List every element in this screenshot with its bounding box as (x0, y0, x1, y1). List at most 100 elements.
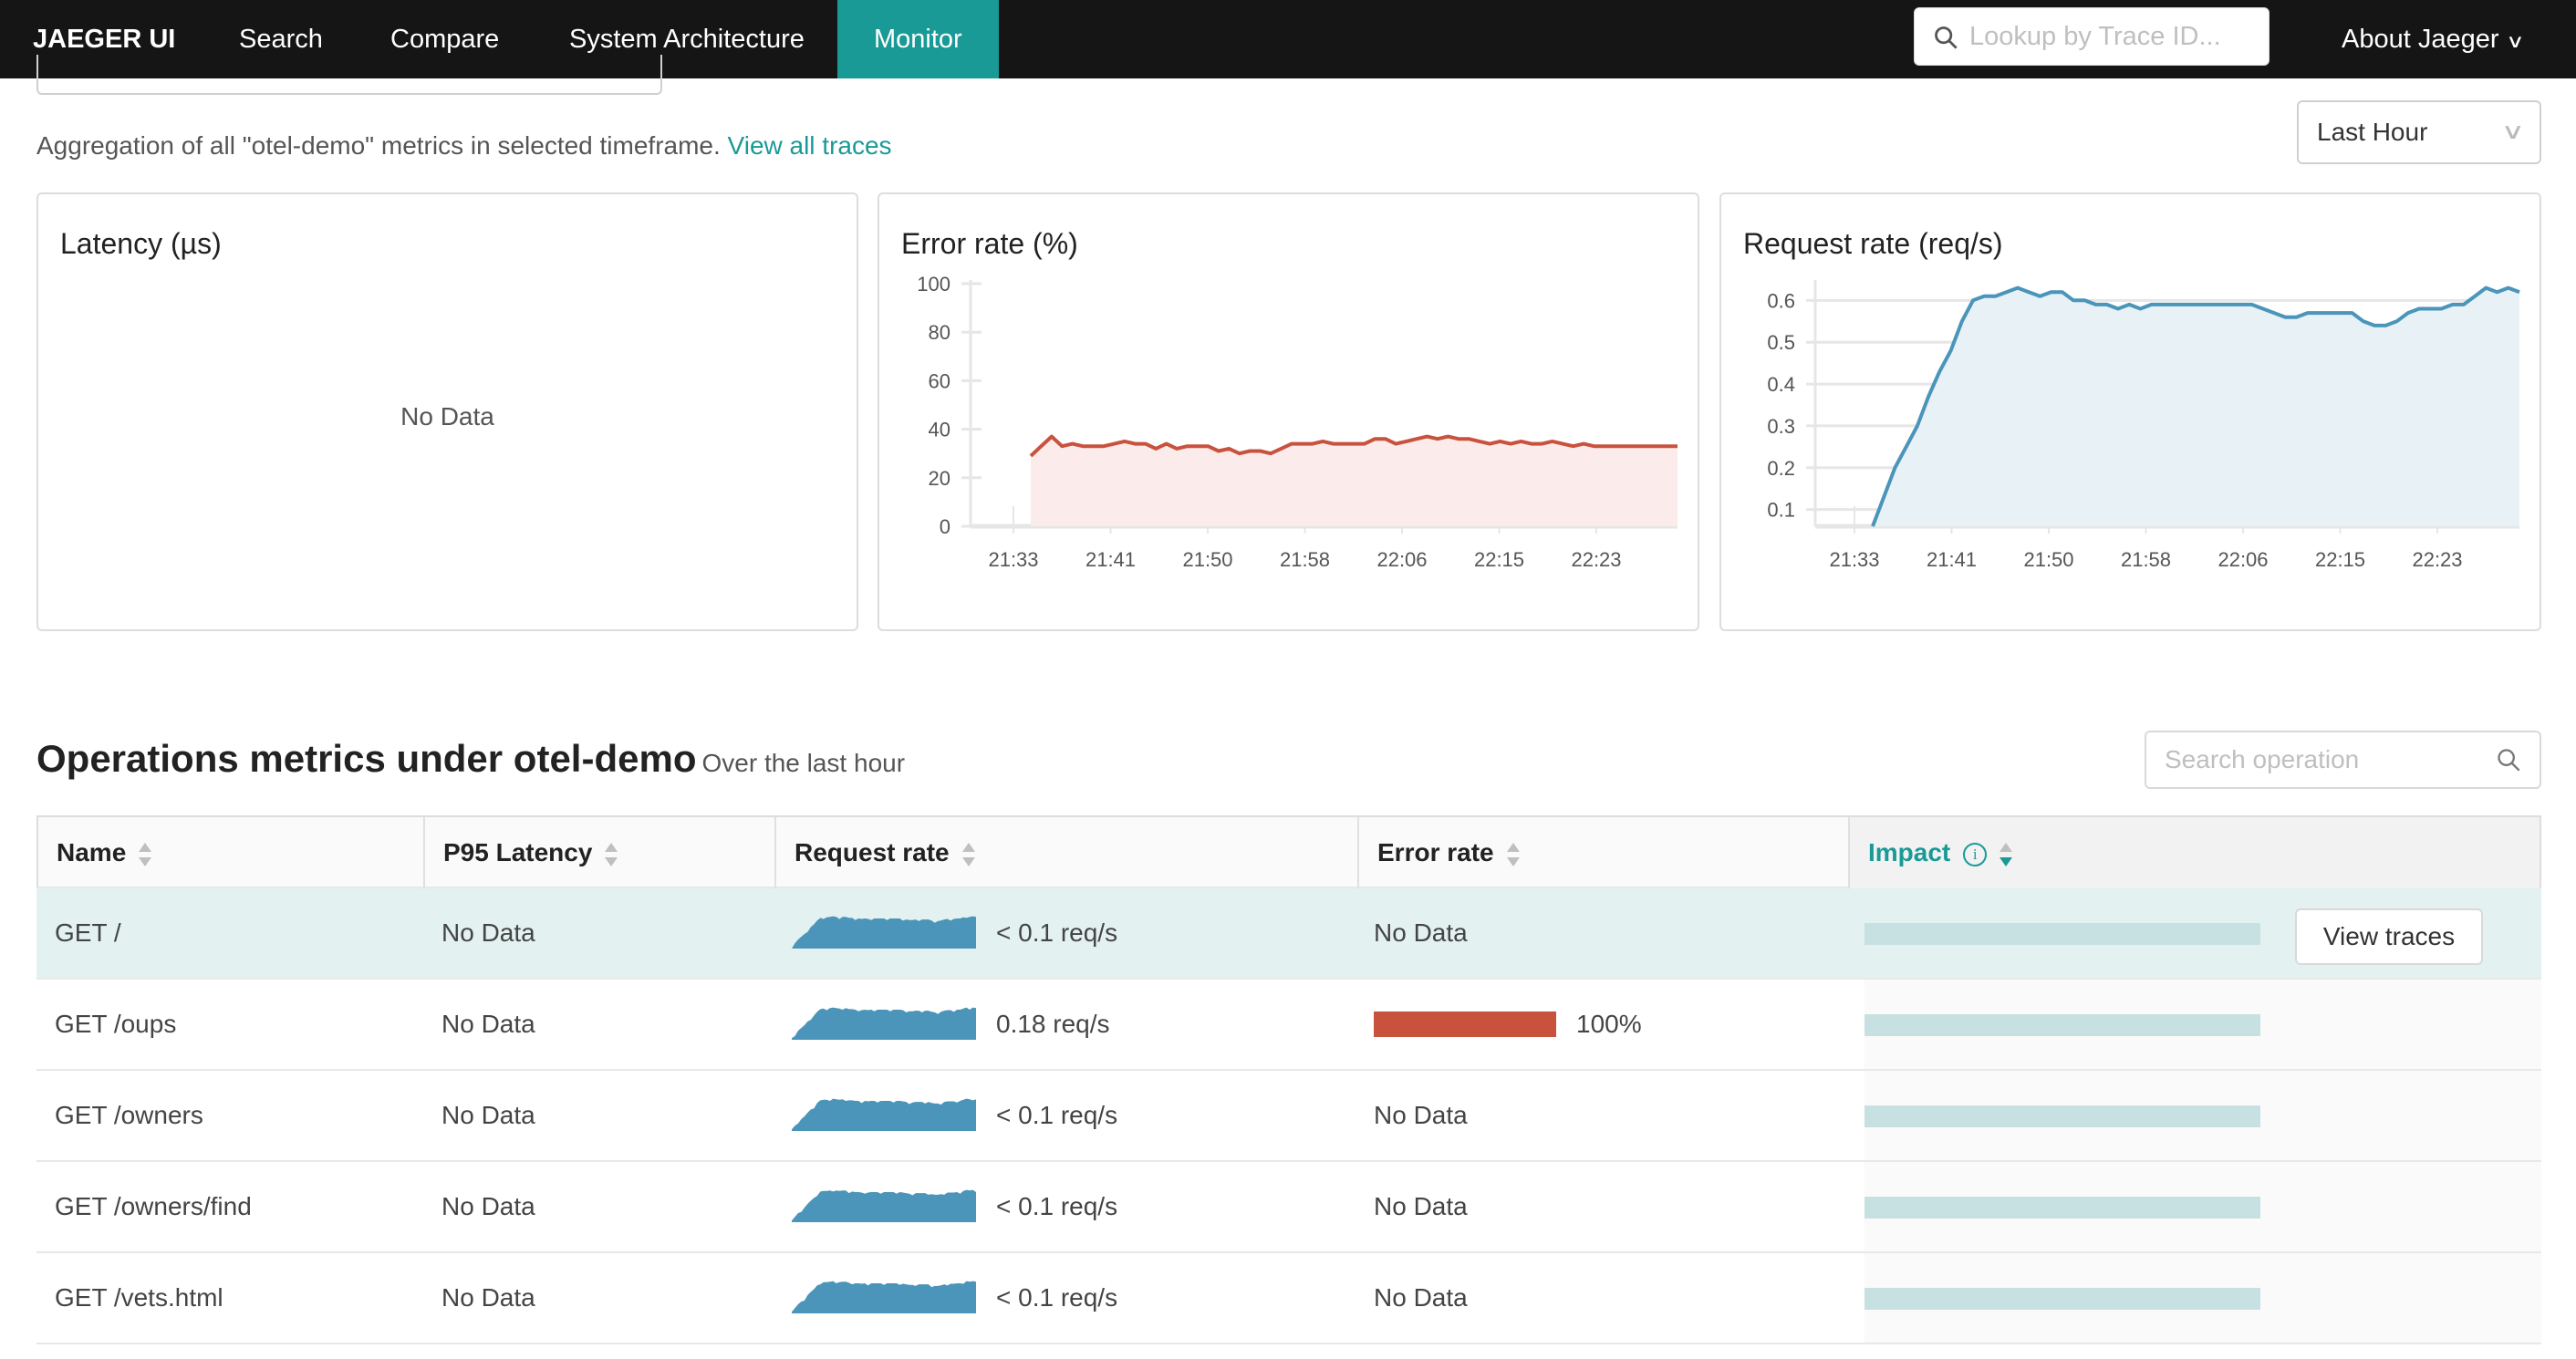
request-rate-sparkline (792, 1189, 976, 1222)
operations-subtitle: Over the last hour (701, 749, 906, 777)
operation-name: GET /vets.html (55, 1283, 223, 1312)
error-rate-value: 100% (1576, 1010, 1642, 1038)
request-rate-value: 0.18 req/s (996, 1010, 1110, 1038)
operation-search-input[interactable] (2165, 732, 2493, 787)
impact-bar (1864, 1105, 2260, 1127)
column-request-rate-label: Request rate (795, 838, 950, 866)
table-row[interactable]: GET /owners/find No Data < 0.1 req/s No Dat… (36, 1162, 2541, 1253)
y-tick-label: 0.2 (1767, 457, 1795, 480)
y-tick-label: 0 (940, 515, 950, 538)
request-rate-sparkline (792, 916, 976, 949)
chevron-down-icon: ∨ (2501, 119, 2526, 144)
y-tick-label: 0.6 (1767, 289, 1795, 312)
p95-latency-value: No Data (441, 1192, 535, 1220)
request-rate-value: < 0.1 req/s (996, 1101, 1118, 1129)
about-jaeger-menu[interactable]: About Jaeger ∨ (2342, 0, 2525, 78)
impact-bar (1864, 923, 2260, 945)
p95-latency-value: No Data (441, 918, 535, 947)
trace-id-lookup[interactable] (1914, 7, 2270, 66)
about-jaeger-label: About Jaeger (2342, 25, 2499, 54)
sort-icon[interactable] (139, 842, 152, 866)
x-tick-label: 21:50 (1182, 548, 1232, 571)
table-row[interactable]: GET /vets.html No Data < 0.1 req/s No Data (36, 1253, 2541, 1344)
y-tick-label: 20 (929, 467, 950, 490)
error-rate-value: No Data (1374, 918, 1468, 947)
y-tick-label: 60 (929, 369, 950, 392)
y-tick-label: 80 (929, 321, 950, 344)
y-tick-label: 0.3 (1767, 415, 1795, 438)
sort-desc-icon[interactable] (2000, 842, 2013, 866)
y-tick-label: 100 (917, 273, 950, 296)
info-icon[interactable]: i (1963, 842, 1988, 866)
chevron-down-icon: ∨ (2505, 32, 2525, 52)
impact-bar (1864, 1288, 2260, 1310)
request-rate-sparkline (792, 1281, 976, 1313)
x-tick-label: 22:06 (1376, 548, 1427, 571)
column-error-rate[interactable]: Error rate (1359, 817, 1850, 888)
y-tick-label: 0.5 (1767, 331, 1795, 354)
aggregation-text: Aggregation of all "otel-demo" metrics i… (36, 131, 721, 160)
series-area (1031, 436, 1678, 526)
table-header: Name P95 Latency Request rate Error rate… (36, 815, 2541, 888)
request-rate-sparkline (792, 1098, 976, 1131)
column-error-rate-label: Error rate (1377, 838, 1494, 866)
sort-icon[interactable] (605, 842, 618, 866)
search-icon (1935, 26, 1958, 49)
p95-latency-value: No Data (441, 1101, 535, 1129)
table-row[interactable]: GET / No Data < 0.1 req/s No Data View trace… (36, 888, 2541, 980)
x-tick-label: 22:06 (2218, 548, 2268, 571)
operations-table: Name P95 Latency Request rate Error rate… (36, 815, 2541, 1344)
sort-icon[interactable] (1506, 842, 1520, 866)
x-tick-label: 21:41 (1085, 548, 1136, 571)
x-tick-label: 21:33 (1829, 548, 1879, 571)
error-rate-value: No Data (1374, 1283, 1468, 1312)
request-rate-value: < 0.1 req/s (996, 1192, 1118, 1220)
error-rate-value: No Data (1374, 1192, 1468, 1220)
impact-bar (1864, 1014, 2260, 1036)
column-p95-latency[interactable]: P95 Latency (425, 817, 776, 888)
x-tick-label: 21:58 (2121, 548, 2171, 571)
column-name-label: Name (57, 838, 127, 866)
trace-id-input[interactable] (1969, 8, 2261, 65)
operation-name: GET / (55, 918, 121, 947)
request-rate-sparkline (792, 1007, 976, 1040)
request-rate-value: < 0.1 req/s (996, 1283, 1118, 1312)
impact-bar (1864, 1197, 2260, 1219)
request-rate-chart: 0.1 0.2 0.3 0.4 0.5 0.6 21:33 21:41 21:50 21:58 22… (1767, 280, 2520, 571)
operations-title: Operations metrics under otel-demo Over t… (36, 737, 905, 781)
operation-search[interactable] (2145, 731, 2541, 789)
column-request-rate[interactable]: Request rate (776, 817, 1359, 888)
error-rate-chart: 0 20 40 60 80 100 21:33 21:41 21:50 21:58 22:06 22:… (917, 273, 1678, 571)
timeframe-select[interactable]: Last Hour ∨ (2297, 100, 2541, 164)
x-tick-label: 21:50 (2023, 548, 2073, 571)
x-tick-label: 21:33 (988, 548, 1038, 571)
operation-name: GET /oups (55, 1010, 177, 1038)
sort-icon[interactable] (961, 842, 975, 866)
p95-latency-value: No Data (441, 1010, 535, 1038)
timeframe-value: Last Hour (2317, 118, 2428, 146)
search-icon[interactable] (2496, 747, 2521, 773)
view-traces-button[interactable]: View traces (2295, 908, 2483, 965)
nav-monitor[interactable]: Monitor (837, 0, 999, 78)
table-row[interactable]: GET /oups No Data 0.18 req/s 100% (36, 980, 2541, 1071)
view-all-traces-link[interactable]: View all traces (728, 131, 892, 160)
aggregation-summary: Aggregation of all "otel-demo" metrics i… (36, 131, 892, 161)
x-tick-label: 22:15 (1474, 548, 1524, 571)
column-p95-label: P95 Latency (443, 838, 593, 866)
table-row[interactable]: GET /owners No Data < 0.1 req/s No Data (36, 1071, 2541, 1162)
column-impact-label: Impact (1868, 838, 1951, 866)
operation-name: GET /owners/find (55, 1192, 252, 1220)
x-tick-label: 22:23 (2412, 548, 2462, 571)
latency-no-data: No Data (400, 402, 494, 431)
error-rate-panel: Error rate (%) 0 20 40 60 80 100 21:33 21:41 21:… (878, 192, 1699, 631)
column-impact[interactable]: Impact i (1850, 817, 2540, 888)
error-rate-value: No Data (1374, 1101, 1468, 1129)
service-selector-remnant (36, 55, 662, 95)
column-name[interactable]: Name (38, 817, 425, 888)
series-area (1873, 287, 2519, 526)
y-tick-label: 40 (929, 419, 950, 441)
error-rate-bar (1374, 1011, 1556, 1037)
x-tick-label: 21:41 (1927, 548, 1977, 571)
operations-heading: Operations metrics under otel-demo (36, 737, 697, 780)
operation-name: GET /owners (55, 1101, 203, 1129)
